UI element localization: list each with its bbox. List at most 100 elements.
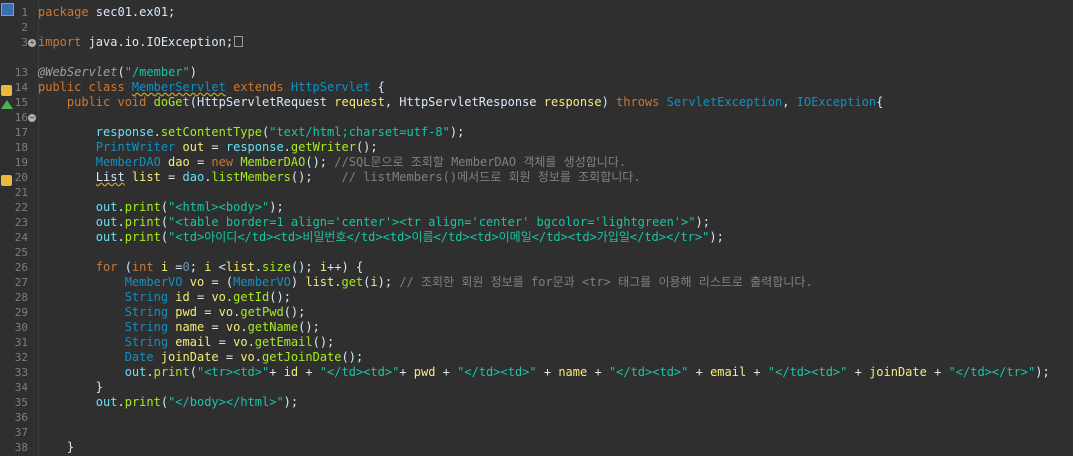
operator: = [168, 260, 183, 274]
line-number: 16 [14, 111, 28, 124]
variable: id [283, 365, 299, 379]
parameter: response [536, 95, 602, 109]
code-line: for (int i =0; i <list.size(); i++) { [38, 260, 363, 275]
punctuation: ); [1035, 365, 1050, 379]
string-literal: "</td><td>" [319, 365, 400, 379]
type-name: MemberDAO [95, 155, 161, 169]
string-literal: "</td><td>" [767, 365, 848, 379]
string-literal: "</td><td>" [608, 365, 689, 379]
type-name: MemberVO [124, 275, 183, 289]
variable: id [168, 290, 190, 304]
code-line: import java.io.IOException; [38, 35, 244, 50]
line-number: 25 [14, 246, 28, 259]
variable: i [370, 275, 378, 289]
code-line: out.print("<html><body>"); [38, 200, 284, 215]
method-call: getId [233, 290, 270, 304]
punctuation: . [146, 365, 154, 379]
punctuation: (); [312, 335, 335, 349]
punctuation: (); [283, 305, 306, 319]
type-name: HttpServletRequest [196, 95, 328, 109]
fold-collapse-icon[interactable]: − [28, 114, 36, 122]
folded-block-icon[interactable] [234, 36, 244, 47]
code-line: PrintWriter out = response.getWriter(); [38, 140, 378, 155]
punctuation: (); [269, 290, 291, 304]
variable: i [319, 260, 328, 274]
method-call: getJoinDate [262, 350, 342, 364]
variable: out [124, 365, 147, 379]
punctuation: ) [290, 275, 306, 289]
line-number: 24 [14, 231, 28, 244]
fold-expand-icon[interactable]: + [28, 39, 36, 47]
variable: vo [211, 290, 226, 304]
string-literal: "/member" [124, 65, 190, 79]
method-call: getName [247, 320, 299, 334]
variable: vo [182, 275, 205, 289]
variable: vo [233, 335, 248, 349]
keyword: import [38, 35, 82, 49]
keyword: new [211, 155, 241, 169]
line-number: 29 [14, 306, 28, 319]
punctuation: ( [160, 215, 169, 229]
code-text-area[interactable]: package sec01.ex01; import java.io.IOExc… [38, 0, 1073, 456]
punctuation: { [370, 80, 385, 94]
line-number: 33 [14, 366, 28, 379]
line-number: 34 [14, 381, 28, 394]
method-call: listMembers [211, 170, 291, 184]
punctuation: . [254, 350, 263, 364]
punctuation: ( [189, 365, 197, 379]
package-name: sec01.ex01; [88, 5, 176, 19]
method-call: print [124, 395, 161, 409]
exception-type: IOException [796, 95, 877, 109]
line-number: 31 [14, 336, 28, 349]
code-editor[interactable]: 1 2 3 + 13 14 15 16 − 17 18 19 20 21 22 … [0, 0, 1073, 456]
line-number: 2 [21, 21, 28, 34]
line-number: 22 [14, 201, 28, 214]
type-name: String [124, 305, 169, 319]
string-literal: "<html><body>" [168, 200, 270, 214]
line-number: 1 [21, 6, 28, 19]
punctuation: . [247, 335, 255, 349]
code-line: @WebServlet("/member") [38, 65, 197, 80]
line-number: 14 [14, 81, 28, 94]
variable: i [153, 260, 169, 274]
line-number: 32 [14, 351, 28, 364]
string-literal: "<tr><td>" [196, 365, 270, 379]
method-call: size [262, 260, 291, 274]
variable: list [124, 170, 161, 184]
warning-icon [1, 85, 12, 96]
operator: + [435, 365, 458, 379]
import-path: java.io.IOException; [81, 35, 234, 49]
line-number: 21 [14, 186, 28, 199]
line-number: 26 [14, 261, 28, 274]
method-name: doGet [153, 95, 190, 109]
line-number: 18 [14, 141, 28, 154]
variable: pwd [168, 305, 197, 319]
method-call: setContentType [160, 125, 262, 139]
punctuation: ) [189, 65, 197, 79]
code-line: out.print("<table border=1 align='center… [38, 215, 710, 230]
code-line: out.print("<tr><td>"+ id + "</td><td>"+ … [38, 365, 1050, 380]
code-line: public class MemberServlet extends HttpS… [38, 80, 385, 95]
punctuation: ); [283, 395, 299, 409]
variable: vo [218, 305, 234, 319]
method-call: getEmail [254, 335, 313, 349]
operator: = [160, 170, 183, 184]
punctuation: . [117, 215, 125, 229]
type-name: MemberVO [233, 275, 291, 289]
variable: response [95, 125, 154, 139]
operator: + [847, 365, 870, 379]
variable: list [305, 275, 335, 289]
code-line: MemberDAO dao = new MemberDAO(); //SQL문으… [38, 155, 626, 170]
punctuation: . [153, 125, 161, 139]
operator: + [688, 365, 711, 379]
variable: out [95, 395, 118, 409]
